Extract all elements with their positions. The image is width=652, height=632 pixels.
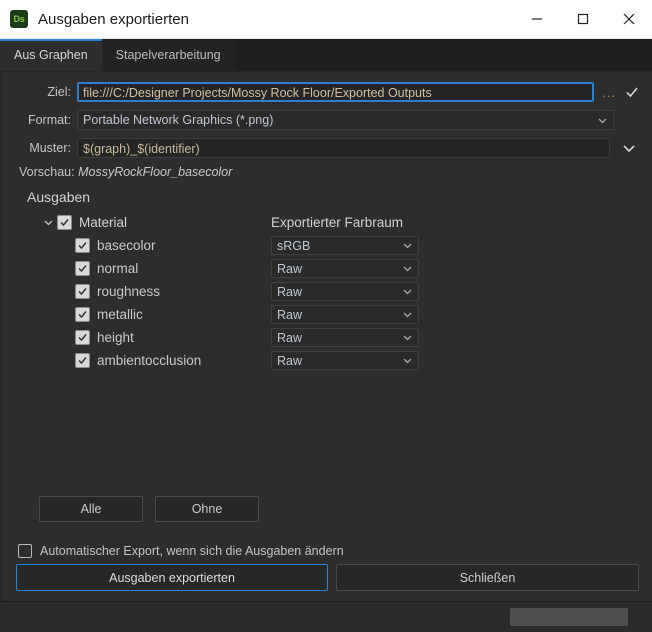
browse-button[interactable]: ...: [598, 85, 620, 100]
roughness-label: roughness: [97, 284, 160, 299]
height-label: height: [97, 330, 134, 345]
metallic-label: metallic: [97, 307, 143, 322]
tree-group-material[interactable]: Material Exportierter Farbraum: [39, 211, 652, 234]
colorspace-column-header: Exportierter Farbraum: [271, 215, 403, 230]
height-colorspace-value: Raw: [277, 331, 402, 345]
chevron-down-icon: [402, 240, 413, 251]
window-title: Ausgaben exportierten: [38, 11, 514, 28]
ambientocclusion-colorspace-value: Raw: [277, 354, 402, 368]
checkmark-icon[interactable]: [620, 85, 644, 99]
roughness-colorspace-select[interactable]: Raw: [271, 282, 419, 301]
normal-checkbox[interactable]: [75, 261, 90, 276]
destination-row: Ziel: file:///C:/Designer Projects/Mossy…: [3, 81, 652, 103]
pattern-row: Muster: $(graph)_$(identifier): [3, 137, 652, 159]
format-row: Format: Portable Network Graphics (*.png…: [3, 109, 652, 131]
tree-item-metallic[interactable]: metallic Raw: [39, 303, 652, 326]
tab-aus-graphen-label: Aus Graphen: [14, 48, 88, 62]
auto-export-label: Automatischer Export, wenn sich die Ausg…: [40, 544, 344, 558]
chevron-down-icon: [402, 309, 413, 320]
export-settings-form: Ziel: file:///C:/Designer Projects/Mossy…: [3, 72, 652, 159]
progress-indicator: [510, 608, 628, 626]
close-button[interactable]: Schließen: [336, 564, 639, 591]
chevron-down-icon: [597, 115, 608, 126]
format-label: Format:: [3, 113, 77, 127]
chevron-down-icon: [402, 332, 413, 343]
select-none-button[interactable]: Ohne: [155, 496, 259, 522]
roughness-checkbox[interactable]: [75, 284, 90, 299]
export-outputs-dialog: Ds Ausgaben exportierten Aus Graphen Sta…: [0, 0, 652, 632]
height-checkbox[interactable]: [75, 330, 90, 345]
dialog-footer: Ausgaben exportierten Schließen: [3, 564, 652, 591]
preview-label: Vorschau:: [19, 165, 75, 179]
chevron-down-icon: [402, 263, 413, 274]
basecolor-label: basecolor: [97, 238, 156, 253]
ambientocclusion-label: ambientocclusion: [97, 353, 201, 368]
close-icon[interactable]: [606, 0, 652, 38]
basecolor-colorspace-value: sRGB: [277, 239, 402, 253]
tab-bar-filler: [235, 39, 652, 71]
substance-designer-icon: Ds: [10, 10, 28, 28]
chevron-down-icon[interactable]: [614, 140, 644, 156]
outputs-section-title: Ausgaben: [3, 189, 652, 205]
chevron-down-icon: [402, 355, 413, 366]
auto-export-row[interactable]: Automatischer Export, wenn sich die Ausg…: [18, 544, 344, 558]
metallic-checkbox[interactable]: [75, 307, 90, 322]
selection-buttons: Alle Ohne: [39, 496, 259, 522]
maximize-icon[interactable]: [560, 0, 606, 38]
minimize-icon[interactable]: [514, 0, 560, 38]
tab-bar: Aus Graphen Stapelverarbeitung: [0, 39, 652, 72]
material-checkbox[interactable]: [57, 215, 72, 230]
preview-value: MossyRockFloor_basecolor: [78, 165, 232, 179]
normal-colorspace-value: Raw: [277, 262, 402, 276]
outputs-tree: Material Exportierter Farbraum basecolor…: [3, 211, 652, 372]
ambientocclusion-checkbox[interactable]: [75, 353, 90, 368]
tab-stapelverarbeitung[interactable]: Stapelverarbeitung: [102, 39, 235, 71]
height-colorspace-select[interactable]: Raw: [271, 328, 419, 347]
basecolor-checkbox[interactable]: [75, 238, 90, 253]
material-label: Material: [79, 215, 127, 230]
metallic-colorspace-value: Raw: [277, 308, 402, 322]
auto-export-checkbox[interactable]: [18, 544, 32, 558]
status-bar: [0, 601, 652, 632]
format-value: Portable Network Graphics (*.png): [83, 113, 597, 127]
dialog-body: Ziel: file:///C:/Designer Projects/Mossy…: [0, 72, 652, 601]
tab-stapelverarbeitung-label: Stapelverarbeitung: [116, 48, 221, 62]
preview-row: Vorschau: MossyRockFloor_basecolor: [3, 165, 652, 179]
ambientocclusion-colorspace-select[interactable]: Raw: [271, 351, 419, 370]
tree-item-ambientocclusion[interactable]: ambientocclusion Raw: [39, 349, 652, 372]
chevron-down-icon: [402, 286, 413, 297]
tree-item-basecolor[interactable]: basecolor sRGB: [39, 234, 652, 257]
destination-label: Ziel:: [3, 85, 77, 99]
normal-colorspace-select[interactable]: Raw: [271, 259, 419, 278]
tab-aus-graphen[interactable]: Aus Graphen: [0, 39, 102, 71]
title-bar: Ds Ausgaben exportierten: [0, 0, 652, 39]
tree-item-height[interactable]: height Raw: [39, 326, 652, 349]
format-select[interactable]: Portable Network Graphics (*.png): [77, 110, 614, 130]
select-all-button[interactable]: Alle: [39, 496, 143, 522]
tree-item-roughness[interactable]: roughness Raw: [39, 280, 652, 303]
chevron-down-icon[interactable]: [39, 217, 57, 228]
pattern-input[interactable]: $(graph)_$(identifier): [77, 138, 610, 158]
normal-label: normal: [97, 261, 138, 276]
export-outputs-button[interactable]: Ausgaben exportierten: [16, 564, 328, 591]
metallic-colorspace-select[interactable]: Raw: [271, 305, 419, 324]
pattern-label: Muster:: [3, 141, 77, 155]
window-controls: [514, 0, 652, 38]
tree-item-normal[interactable]: normal Raw: [39, 257, 652, 280]
basecolor-colorspace-select[interactable]: sRGB: [271, 236, 419, 255]
roughness-colorspace-value: Raw: [277, 285, 402, 299]
destination-input[interactable]: file:///C:/Designer Projects/Mossy Rock …: [77, 82, 594, 102]
